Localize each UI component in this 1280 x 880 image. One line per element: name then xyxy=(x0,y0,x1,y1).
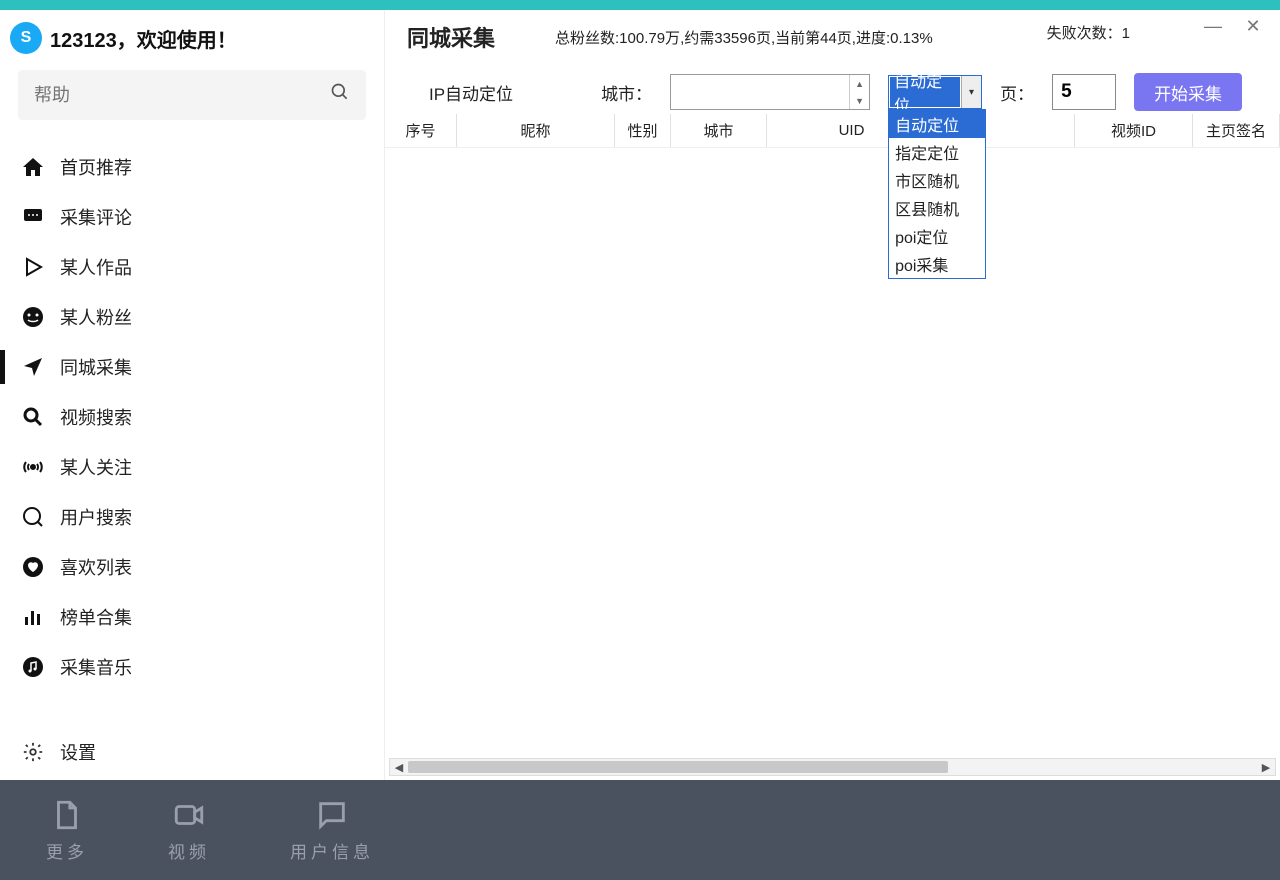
app-logo-icon: S xyxy=(10,22,42,54)
close-button[interactable]: ✕ xyxy=(1244,16,1262,37)
sidebar: S 123123，欢迎使用！ 首页推荐 采集评论 某人作品 xyxy=(0,10,385,780)
search-input[interactable] xyxy=(34,85,294,106)
page-label: 页： xyxy=(1000,80,1034,105)
combo-option[interactable]: 市区随机 xyxy=(889,166,985,194)
page-input[interactable] xyxy=(1052,74,1116,110)
nav-user-search[interactable]: 用户搜索 xyxy=(0,492,384,542)
home-icon xyxy=(18,155,48,179)
nav: 首页推荐 采集评论 某人作品 某人粉丝 同城采集 视频搜索 xyxy=(0,138,384,692)
combo-dropdown: 自动定位 指定定位 市区随机 区县随机 poi定位 poi采集 xyxy=(888,109,986,279)
bottom-bar: 更多 视频 用户信息 xyxy=(0,780,1280,880)
controls-row: IP自动定位 城市： ▲ ▼ 自动定位 ▾ 自动定位 指定定位 市区随机 区县随… xyxy=(385,58,1280,114)
nav-label: 某人作品 xyxy=(60,254,132,280)
location-icon xyxy=(18,355,48,379)
combo-option[interactable]: poi采集 xyxy=(889,250,985,278)
city-input[interactable]: ▲ ▼ xyxy=(670,74,870,110)
nav-label: 采集评论 xyxy=(60,204,132,230)
search-box[interactable] xyxy=(18,70,366,120)
chevron-down-icon[interactable]: ▾ xyxy=(961,76,981,108)
stats-text: 总粉丝数:100.79万,约需33596页,当前第44页,进度:0.13% xyxy=(555,27,933,48)
gear-icon xyxy=(18,741,48,763)
location-mode-combo[interactable]: 自动定位 ▾ 自动定位 指定定位 市区随机 区县随机 poi定位 poi采集 xyxy=(888,75,982,109)
broadcast-icon xyxy=(18,455,48,479)
sidebar-header: S 123123，欢迎使用！ xyxy=(0,10,384,62)
nav-label: 同城采集 xyxy=(60,354,132,380)
nav-works[interactable]: 某人作品 xyxy=(0,242,384,292)
horizontal-scrollbar[interactable]: ◀ ▶ xyxy=(389,758,1276,776)
video-icon xyxy=(172,798,206,832)
file-icon xyxy=(50,798,84,832)
combo-option[interactable]: poi定位 xyxy=(889,222,985,250)
nav-label: 某人关注 xyxy=(60,454,132,480)
bottom-more[interactable]: 更多 xyxy=(46,798,88,863)
nav-following[interactable]: 某人关注 xyxy=(0,442,384,492)
scroll-left-icon[interactable]: ◀ xyxy=(390,759,408,775)
nav-charts[interactable]: 榜单合集 xyxy=(0,592,384,642)
spin-up-icon[interactable]: ▲ xyxy=(850,75,869,92)
combo-option[interactable]: 指定定位 xyxy=(889,138,985,166)
bottom-video[interactable]: 视频 xyxy=(168,798,210,863)
combo-value: 自动定位 xyxy=(890,77,960,107)
search-bold-icon xyxy=(18,405,48,429)
nav-settings[interactable]: 设置 xyxy=(0,724,384,780)
scroll-thumb[interactable] xyxy=(408,761,948,773)
nav-fans[interactable]: 某人粉丝 xyxy=(0,292,384,342)
music-icon xyxy=(18,655,48,679)
nav-local-collect[interactable]: 同城采集 xyxy=(0,342,384,392)
nav-label: 首页推荐 xyxy=(60,154,132,180)
combo-option[interactable]: 区县随机 xyxy=(889,194,985,222)
bars-icon xyxy=(18,605,48,629)
nav-video-search[interactable]: 视频搜索 xyxy=(0,392,384,442)
nav-label: 采集音乐 xyxy=(60,654,132,680)
city-label: 城市： xyxy=(601,80,652,105)
table-header: 序号 昵称 性别 城市 UID 视频ID 主页签名 xyxy=(385,114,1280,148)
heart-icon xyxy=(18,555,48,579)
top-bar: 同城采集 总粉丝数:100.79万,约需33596页,当前第44页,进度:0.1… xyxy=(385,10,1280,58)
th-videoid: 视频ID xyxy=(1075,114,1193,147)
nav-label: 视频搜索 xyxy=(60,404,132,430)
th-gender: 性别 xyxy=(615,114,671,147)
city-spinner[interactable]: ▲ ▼ xyxy=(849,75,869,109)
play-icon xyxy=(18,255,48,279)
bottom-user-info[interactable]: 用户信息 xyxy=(290,798,374,863)
nav-label: 榜单合集 xyxy=(60,604,132,630)
th-nickname: 昵称 xyxy=(457,114,615,147)
scroll-track[interactable] xyxy=(408,759,1257,775)
th-signature: 主页签名 xyxy=(1193,114,1280,147)
minimize-button[interactable]: — xyxy=(1204,16,1222,37)
settings-label: 设置 xyxy=(60,739,96,765)
main-panel: 同城采集 总粉丝数:100.79万,约需33596页,当前第44页,进度:0.1… xyxy=(385,10,1280,780)
nav-label: 用户搜索 xyxy=(60,504,132,530)
page-title: 同城采集 xyxy=(407,21,495,53)
spin-down-icon[interactable]: ▼ xyxy=(850,92,869,109)
start-collect-button[interactable]: 开始采集 xyxy=(1134,73,1242,111)
nav-label: 喜欢列表 xyxy=(60,554,132,580)
ip-auto-label: IP自动定位 xyxy=(429,80,513,105)
nav-home[interactable]: 首页推荐 xyxy=(0,142,384,192)
nav-label: 某人粉丝 xyxy=(60,304,132,330)
window-controls: — ✕ xyxy=(1204,16,1262,37)
nav-like-list[interactable]: 喜欢列表 xyxy=(0,542,384,592)
comment-icon xyxy=(18,205,48,229)
face-icon xyxy=(18,305,48,329)
th-city: 城市 xyxy=(671,114,767,147)
fail-text: 失败次数：1 xyxy=(1047,22,1130,43)
scroll-right-icon[interactable]: ▶ xyxy=(1257,759,1275,775)
title-bar xyxy=(0,0,1280,10)
th-index: 序号 xyxy=(385,114,457,147)
nav-comments[interactable]: 采集评论 xyxy=(0,192,384,242)
chat-icon xyxy=(315,798,349,832)
search-icon xyxy=(330,82,350,108)
search-circle-icon xyxy=(18,505,48,529)
nav-music[interactable]: 采集音乐 xyxy=(0,642,384,692)
combo-option[interactable]: 自动定位 xyxy=(889,110,985,138)
welcome-text: 123123，欢迎使用！ xyxy=(50,24,237,53)
